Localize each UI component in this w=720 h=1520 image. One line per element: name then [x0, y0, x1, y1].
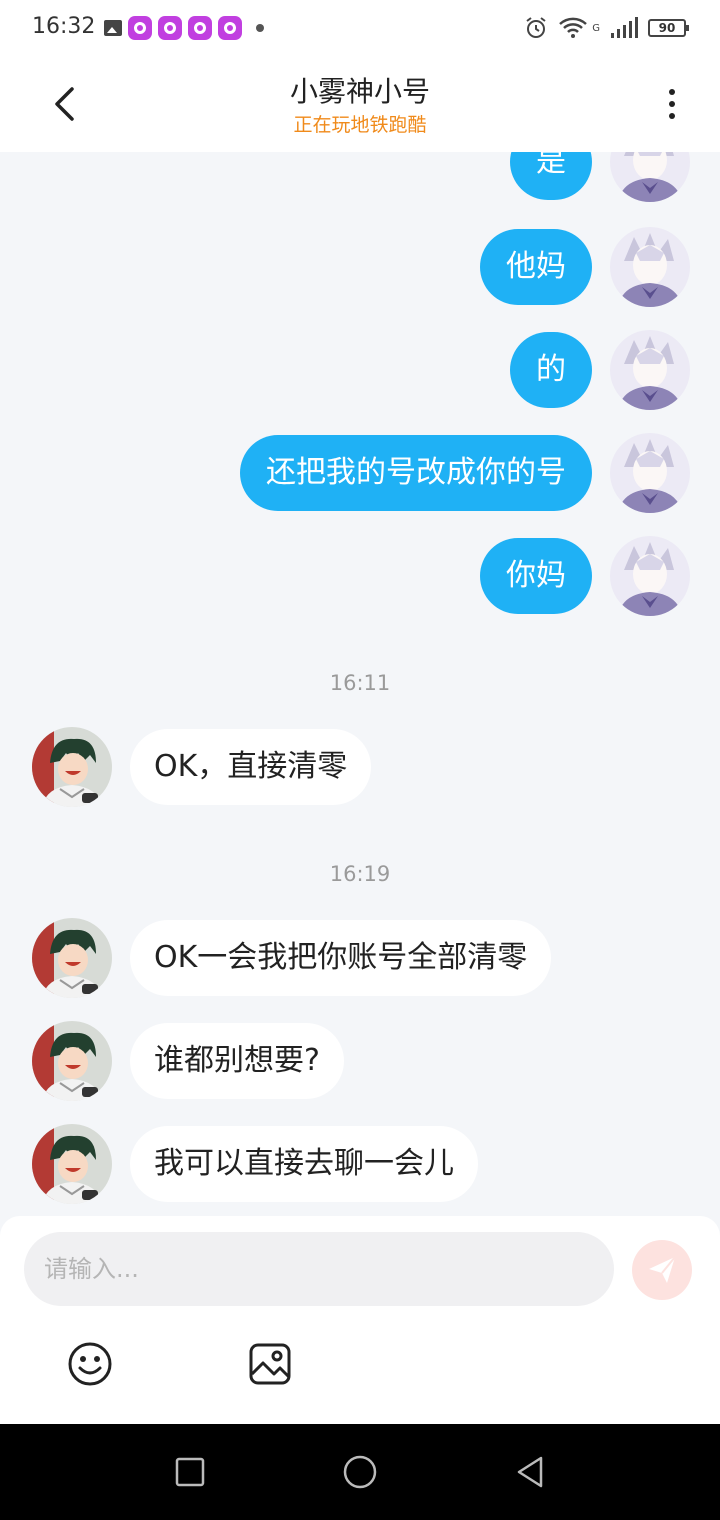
system-icons: G 90	[524, 14, 689, 42]
status-bar: 16:32 G 90	[0, 0, 720, 56]
incoming-message: 谁都别想要?	[32, 1021, 344, 1101]
message-bubble[interactable]: 我可以直接去聊一会儿	[130, 1126, 478, 1202]
more-button[interactable]	[648, 80, 696, 128]
system-back-button[interactable]	[506, 1448, 554, 1496]
nav-back-icon	[517, 1456, 543, 1488]
time-separator: 16:19	[329, 862, 391, 886]
recent-apps-button[interactable]	[166, 1448, 214, 1496]
time-separator: 16:11	[329, 671, 391, 695]
message-bubble[interactable]: 还把我的号改成你的号	[240, 435, 592, 511]
message-bubble[interactable]: 的	[510, 332, 592, 408]
app-notification-icon	[188, 16, 212, 40]
contact-avatar[interactable]	[32, 918, 112, 998]
contact-avatar[interactable]	[32, 1124, 112, 1204]
nav-home-icon	[343, 1455, 377, 1489]
home-button[interactable]	[336, 1448, 384, 1496]
outgoing-message: 是	[510, 152, 690, 202]
emoji-icon	[68, 1342, 112, 1386]
image-icon	[249, 1343, 291, 1385]
chat-header: 小雾神小号 正在玩地铁跑酷	[0, 56, 720, 152]
message-bubble[interactable]: 他妈	[480, 229, 592, 305]
message-bubble[interactable]: 谁都别想要?	[130, 1023, 344, 1099]
message-bubble[interactable]: OK，直接清零	[130, 729, 372, 805]
outgoing-message: 你妈	[480, 536, 690, 616]
emoji-button[interactable]	[66, 1340, 114, 1388]
send-button[interactable]	[632, 1240, 692, 1300]
my-avatar[interactable]	[610, 330, 690, 410]
more-notifications-icon	[256, 24, 264, 32]
contact-avatar[interactable]	[32, 1021, 112, 1101]
composer	[0, 1216, 720, 1424]
battery-icon: 90	[648, 19, 689, 37]
wifi-icon	[559, 17, 588, 38]
gallery-notification-icon	[104, 20, 122, 36]
app-notification-icon	[128, 16, 152, 40]
contact-status: 正在玩地铁跑酷	[293, 114, 427, 136]
my-avatar[interactable]	[610, 227, 690, 307]
contact-avatar[interactable]	[32, 727, 112, 807]
incoming-message: OK，直接清零	[32, 727, 372, 807]
network-type-label: G	[592, 22, 600, 34]
app-notification-icon	[218, 16, 242, 40]
message-list[interactable]: 是 他妈 的 还把我的号改成你的号 你妈 16:11 OK，直接清零 16:19…	[0, 152, 720, 1216]
navigation-bar	[0, 1424, 720, 1520]
contact-name: 小雾神小号	[289, 75, 430, 108]
outgoing-message: 还把我的号改成你的号	[240, 433, 690, 513]
nav-recent-icon	[175, 1457, 205, 1487]
image-button[interactable]	[246, 1340, 294, 1388]
status-time: 16:32	[32, 14, 96, 39]
message-bubble[interactable]: 是	[510, 152, 592, 200]
outgoing-message: 他妈	[480, 227, 690, 307]
message-input[interactable]	[24, 1232, 614, 1306]
more-icon	[669, 89, 675, 95]
message-bubble[interactable]: OK一会我把你账号全部清零	[130, 920, 552, 996]
notification-icons	[104, 14, 264, 42]
signal-icon	[611, 17, 638, 38]
alarm-icon	[526, 17, 546, 38]
app-notification-icon	[158, 16, 182, 40]
my-avatar[interactable]	[610, 152, 690, 202]
my-avatar[interactable]	[610, 433, 690, 513]
message-bubble[interactable]: 你妈	[480, 538, 592, 614]
my-avatar[interactable]	[610, 536, 690, 616]
send-icon	[649, 1256, 676, 1283]
incoming-message: OK一会我把你账号全部清零	[32, 918, 552, 998]
incoming-message: 我可以直接去聊一会儿	[32, 1124, 478, 1204]
outgoing-message: 的	[510, 330, 690, 410]
